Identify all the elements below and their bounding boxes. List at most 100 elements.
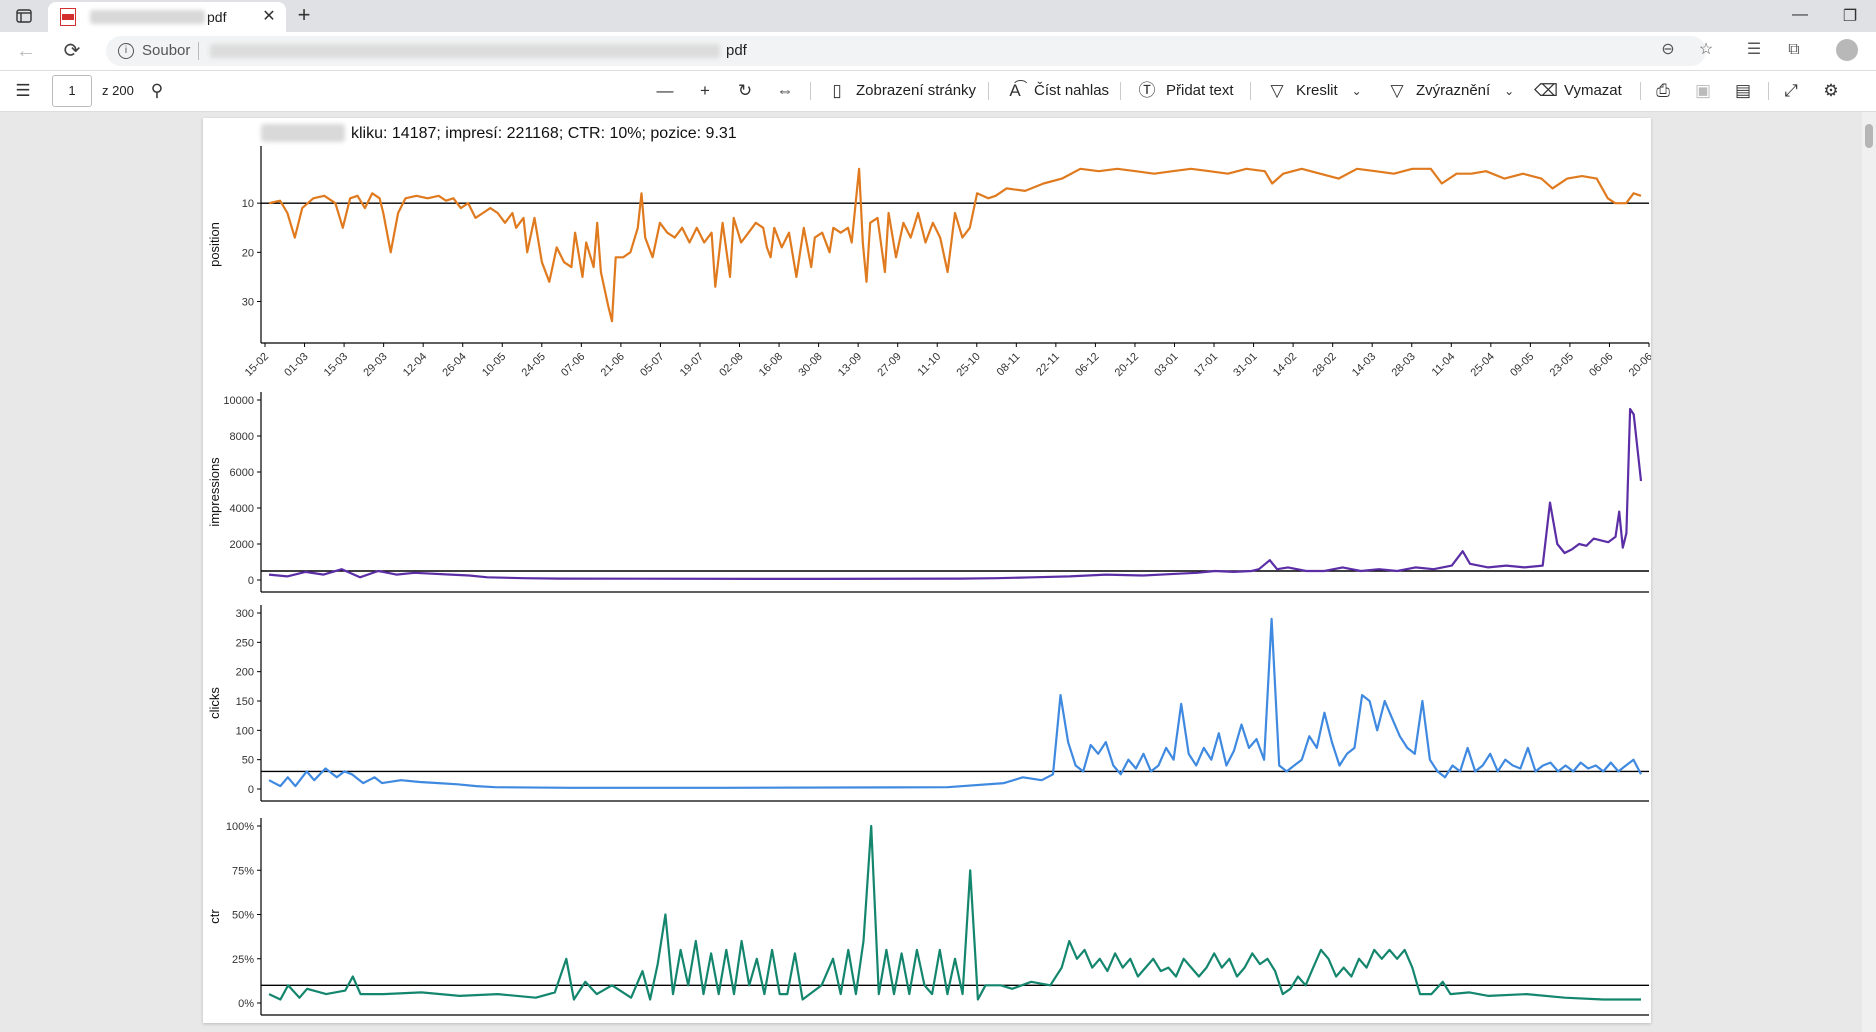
tab-actions-icon[interactable] xyxy=(8,5,40,27)
read-aloud-icon: A͡ xyxy=(1009,81,1021,100)
report-summary: kliku: 14187; impresí: 221168; CTR: 10%;… xyxy=(351,125,737,142)
toolbar-divider xyxy=(810,82,811,100)
y-tick-label: 0% xyxy=(238,998,254,1010)
x-tick-label: 07-06 xyxy=(559,351,587,379)
page-view-button[interactable]: ▯ Zobrazení stránky xyxy=(826,79,976,103)
x-tick-label: 26-04 xyxy=(440,351,468,379)
fullscreen-icon[interactable]: ⤢ xyxy=(1780,79,1802,103)
query-redacted xyxy=(261,124,345,142)
x-tick-label: 19-07 xyxy=(678,351,706,379)
read-aloud-label: Číst nahlas xyxy=(1034,82,1110,99)
chevron-down-icon[interactable]: ⌄ xyxy=(1498,79,1520,103)
zoom-out-button[interactable]: — xyxy=(654,79,676,103)
settings-gear-icon[interactable]: ⚙ xyxy=(1820,79,1842,103)
x-tick-label: 31-01 xyxy=(1231,351,1259,379)
page-view-label: Zobrazení stránky xyxy=(856,82,977,99)
x-tick-label: 25-10 xyxy=(955,351,983,379)
refresh-button[interactable]: ⟳ xyxy=(60,40,84,62)
x-tick-label: 20-06 xyxy=(1627,351,1651,379)
page-total: z 200 xyxy=(102,83,134,98)
y-axis-label: clicks xyxy=(207,687,222,719)
y-axis-label: impressions xyxy=(207,457,222,527)
y-tick-label: 4000 xyxy=(230,503,254,515)
pdf-toolbar: ☰ 1 z 200 ⚲ — + ↻ ⇔ ▯ Zobrazení stránky A… xyxy=(0,71,1876,112)
contents-icon[interactable]: ☰ xyxy=(12,79,34,103)
active-tab[interactable]: pdf ✕ xyxy=(48,2,286,32)
add-favorite-icon[interactable]: ☆ xyxy=(1696,40,1716,60)
toolbar-divider xyxy=(1768,82,1769,100)
x-tick-label: 10-05 xyxy=(480,351,508,379)
y-tick-label: 0 xyxy=(248,784,254,796)
x-tick-label: 09-05 xyxy=(1508,351,1536,379)
y-tick-label: 6000 xyxy=(230,467,254,479)
x-tick-label: 28-03 xyxy=(1389,351,1417,379)
back-button[interactable]: ← xyxy=(14,40,38,62)
scrollbar[interactable] xyxy=(1862,112,1876,1032)
collections-icon[interactable]: ⧉ xyxy=(1784,40,1804,60)
url-field[interactable]: i Soubor pdf xyxy=(106,36,1706,66)
x-tick-label: 27-09 xyxy=(875,351,903,379)
toolbar-divider xyxy=(988,82,989,100)
tab-bar: pdf ✕ + — ❐ xyxy=(0,0,1876,32)
x-tick-label: 02-08 xyxy=(717,351,745,379)
y-tick-label: 100% xyxy=(226,821,254,833)
read-aloud-button[interactable]: A͡ Číst nahlas xyxy=(1004,79,1109,103)
y-tick-label: 75% xyxy=(232,865,254,877)
restore-icon[interactable]: ❐ xyxy=(1840,6,1860,26)
x-tick-label: 03-01 xyxy=(1152,351,1180,379)
zoom-out-icon[interactable]: ⊖ xyxy=(1658,40,1678,60)
favorites-icon[interactable]: ☰ xyxy=(1744,40,1764,60)
url-scheme: Soubor xyxy=(142,42,191,59)
highlight-button[interactable]: ▽ Zvýraznění ⌄ xyxy=(1386,79,1520,103)
x-tick-label: 06-06 xyxy=(1587,351,1615,379)
y-tick-label: 250 xyxy=(236,637,254,649)
y-tick-label: 300 xyxy=(236,608,254,620)
x-tick-label: 28-02 xyxy=(1310,351,1338,379)
x-tick-label: 29-03 xyxy=(361,351,389,379)
x-tick-label: 08-11 xyxy=(995,351,1023,379)
zoom-in-button[interactable]: + xyxy=(694,79,716,103)
x-tick-label: 20-12 xyxy=(1113,351,1141,379)
series-line-clicks xyxy=(268,617,1642,789)
toolbar-divider xyxy=(1250,82,1251,100)
y-tick-label: 100 xyxy=(236,725,254,737)
x-tick-label: 15-03 xyxy=(322,351,350,379)
search-icon[interactable]: ⚲ xyxy=(146,79,168,103)
print-icon[interactable]: ⎙ xyxy=(1652,79,1674,103)
erase-label: Vymazat xyxy=(1564,82,1622,99)
y-tick-label: 50 xyxy=(242,755,254,767)
draw-icon: ▽ xyxy=(1270,81,1284,100)
x-tick-label: 24-05 xyxy=(520,351,548,379)
chevron-down-icon[interactable]: ⌄ xyxy=(1346,79,1368,103)
rotate-icon[interactable]: ↻ xyxy=(734,79,756,103)
page-view-icon: ▯ xyxy=(832,81,842,100)
y-tick-label: 2000 xyxy=(230,539,254,551)
series-line-ctr xyxy=(268,824,1641,1001)
x-tick-label: 05-07 xyxy=(638,351,666,379)
x-tick-label: 15-02 xyxy=(243,351,271,379)
new-tab-button[interactable]: + xyxy=(292,4,316,28)
erase-button[interactable]: ⌫ Vymazat xyxy=(1534,79,1622,103)
toolbar-divider xyxy=(1640,82,1641,100)
url-separator xyxy=(198,42,199,60)
save-as-icon[interactable]: ▤ xyxy=(1732,79,1754,103)
fit-width-icon[interactable]: ⇔ xyxy=(774,79,796,103)
scrollbar-thumb[interactable] xyxy=(1865,124,1873,148)
page-number-input[interactable]: 1 xyxy=(52,75,92,107)
x-tick-label: 01-03 xyxy=(282,351,310,379)
draw-button[interactable]: ▽ Kreslit ⌄ xyxy=(1266,79,1368,103)
pdf-file-icon xyxy=(60,8,76,26)
url-tail: pdf xyxy=(726,42,747,59)
add-text-button[interactable]: Ⓣ Přidat text xyxy=(1136,79,1234,103)
save-icon[interactable]: ▣ xyxy=(1692,79,1714,103)
x-tick-label: 30-08 xyxy=(796,351,824,379)
minimize-icon[interactable]: — xyxy=(1790,6,1810,24)
y-axis-label: ctr xyxy=(207,909,222,924)
profile-avatar[interactable] xyxy=(1836,39,1858,61)
close-tab-icon[interactable]: ✕ xyxy=(260,8,278,26)
info-icon[interactable]: i xyxy=(118,43,134,59)
x-tick-label: 17-01 xyxy=(1192,351,1220,379)
toolbar-divider xyxy=(1120,82,1121,100)
y-tick-label: 10000 xyxy=(223,395,254,407)
x-tick-label: 22-11 xyxy=(1034,351,1062,379)
